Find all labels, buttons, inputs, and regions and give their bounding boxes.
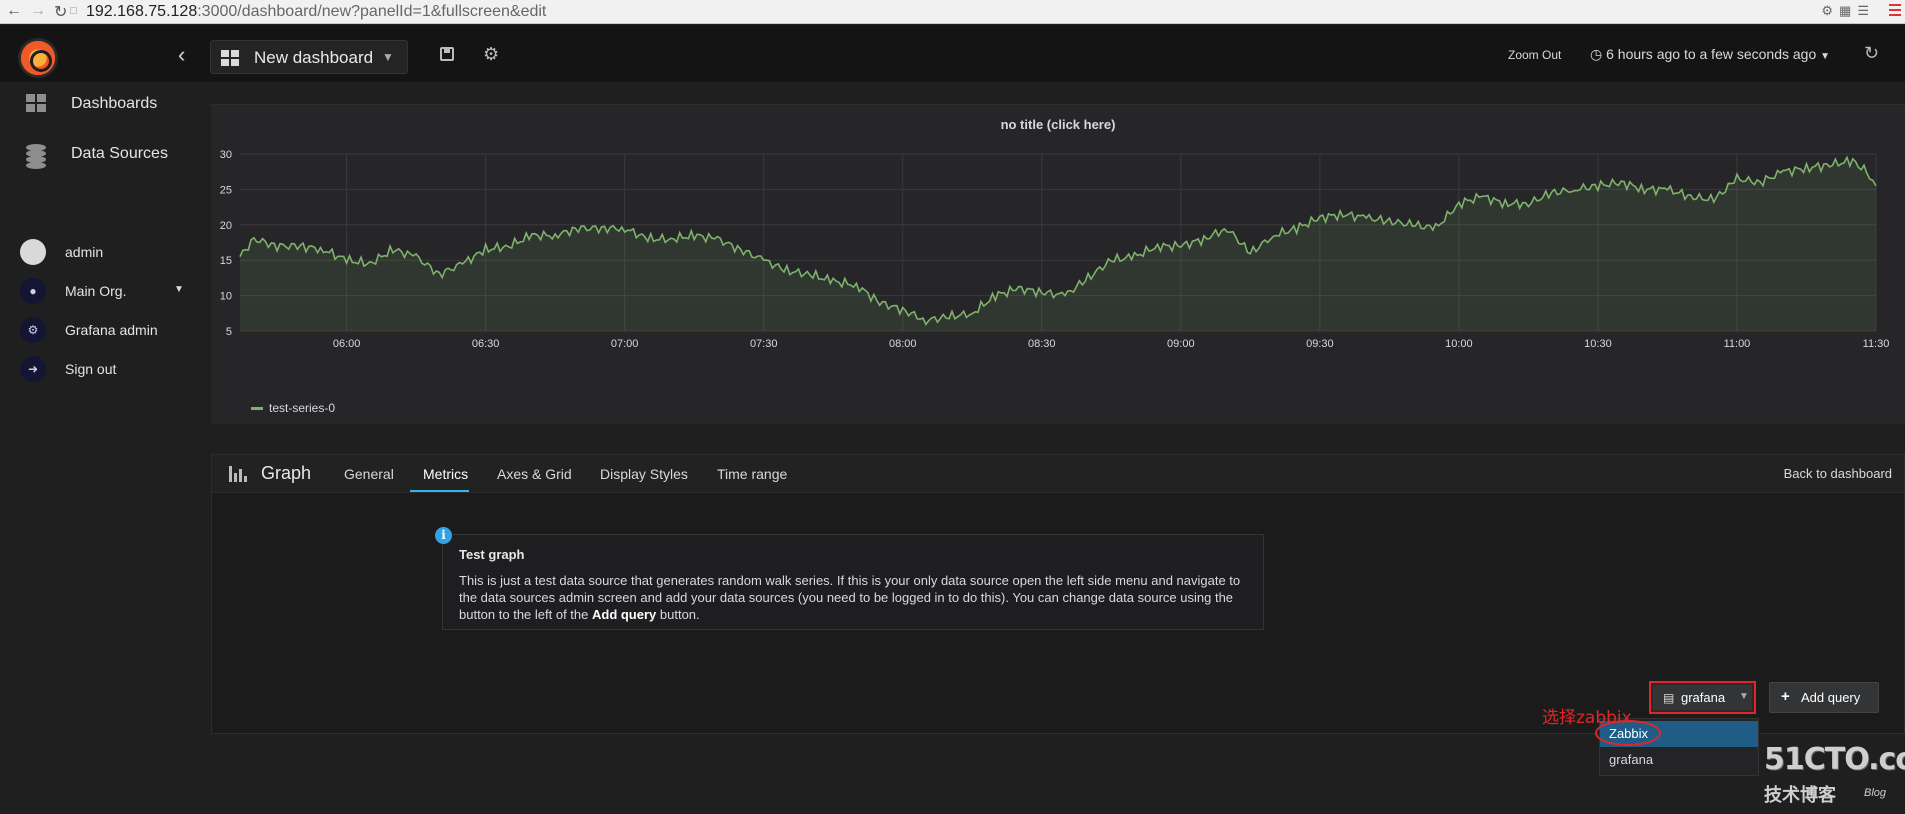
x-tick-label: 08:30 [1028, 338, 1056, 350]
dashboard-title: New dashboard [254, 48, 374, 67]
tab-time-range[interactable]: Time range [717, 466, 787, 482]
grafana-logo-icon[interactable] [18, 38, 58, 78]
datasource-option-grafana[interactable]: grafana [1600, 747, 1758, 773]
tab-display-styles[interactable]: Display Styles [600, 466, 688, 482]
editor-header: Graph General Metrics Axes & Grid Displa… [212, 455, 1904, 493]
watermark-logo: 51CTO.com 技术博客 Blog [1764, 742, 1905, 806]
database-icon: ▤ [1663, 691, 1675, 705]
clock-icon: ◷ [1590, 46, 1603, 62]
annotation-text: 选择zabbix [1542, 708, 1632, 728]
sidebar-item-label: Data Sources [71, 145, 168, 162]
add-query-label: Add query [1801, 690, 1861, 705]
sidebar-user-admin[interactable]: admin [0, 236, 210, 268]
bar-chart-icon [229, 466, 249, 482]
graph-panel: no title (click here) 5 10 15 20 25 30 06:00 06… [211, 104, 1905, 424]
x-tick-label: 09:00 [1167, 338, 1195, 350]
x-tick-label: 11:00 [1724, 338, 1751, 350]
chevron-left-icon[interactable]: ‹ [178, 42, 185, 68]
save-icon[interactable] [440, 47, 454, 61]
datasource-label: grafana [1681, 690, 1726, 705]
active-tab-indicator [410, 490, 469, 492]
browser-address-bar: ← → ↻ □ 192.168.75.128:3000/dashboard/ne… [0, 0, 1905, 24]
y-tick-label: 5 [226, 326, 232, 338]
y-tick-label: 30 [220, 149, 232, 161]
caret-down-icon: ▼ [174, 284, 184, 295]
editor-title: Graph [261, 463, 312, 483]
dashboards-icon [26, 94, 48, 116]
tab-metrics[interactable]: Metrics [423, 466, 468, 482]
cog-icon: ⚙ [20, 317, 46, 343]
time-range-picker[interactable]: ◷ 6 hours ago to a few seconds ago ▼ [1590, 46, 1830, 63]
sidebar-item-dashboards[interactable]: Dashboards [0, 84, 210, 124]
back-arrow-icon[interactable]: ← [6, 2, 22, 20]
top-navbar: ‹ New dashboard ▼ ⚙ Zoom Out ◷ 6 hours a… [0, 25, 1905, 82]
x-tick-label: 10:30 [1584, 338, 1612, 350]
time-range-label: 6 hours ago to a few seconds ago [1606, 46, 1817, 62]
url-field[interactable]: 192.168.75.128:3000/dashboard/new?panelI… [86, 3, 546, 21]
info-title: Test graph [459, 547, 525, 562]
sidebar-grafana-admin[interactable]: ⚙ Grafana admin [0, 314, 210, 346]
add-query-button[interactable]: + Add query [1769, 682, 1879, 713]
caret-down-icon: ▼ [1820, 51, 1831, 62]
database-icon [26, 144, 48, 169]
zoom-out-button[interactable]: Zoom Out [1508, 48, 1561, 62]
browser-menu-icon[interactable] [1889, 4, 1901, 18]
caret-down-icon: ▼ [1739, 691, 1749, 702]
plus-icon: + [1781, 688, 1790, 705]
tab-axes-grid[interactable]: Axes & Grid [497, 466, 572, 482]
x-tick-label: 11:30 [1863, 338, 1890, 350]
x-tick-label: 06:30 [472, 338, 500, 350]
sidebar-sign-out[interactable]: ➜ Sign out [0, 353, 210, 385]
page-icon: □ [70, 5, 77, 17]
y-tick-label: 10 [220, 291, 232, 303]
tab-general[interactable]: General [344, 466, 394, 482]
avatar [20, 239, 46, 265]
x-tick-label: 07:30 [750, 338, 778, 350]
sign-out-label: Sign out [65, 361, 117, 377]
refresh-icon[interactable]: ↻ [1864, 43, 1879, 64]
forward-arrow-icon[interactable]: → [30, 2, 46, 20]
x-tick-label: 09:30 [1306, 338, 1334, 350]
datasource-select-button[interactable]: ▤ grafana ▼ [1649, 681, 1756, 714]
y-tick-label: 15 [220, 255, 232, 267]
sidebar-item-data-sources[interactable]: Data Sources [0, 134, 210, 174]
users-icon: ● [20, 278, 46, 304]
y-tick-label: 25 [220, 184, 232, 196]
x-tick-label: 08:00 [889, 338, 917, 350]
legend-item[interactable]: test-series-0 [251, 401, 335, 415]
legend-swatch [251, 407, 263, 411]
gear-icon[interactable]: ⚙ [483, 44, 499, 65]
sidebar: Dashboards Data Sources admin ● Main Org… [0, 82, 210, 814]
user-name: admin [65, 244, 104, 260]
y-tick-label: 20 [220, 220, 232, 232]
sidebar-item-label: Dashboards [71, 95, 158, 112]
dashboard-picker-button[interactable]: New dashboard ▼ [210, 40, 408, 74]
grafana-admin-label: Grafana admin [65, 322, 158, 338]
legend-label: test-series-0 [269, 401, 336, 415]
reload-icon[interactable]: ↻ [54, 2, 67, 22]
x-tick-label: 10:00 [1445, 338, 1473, 350]
dashboard-grid-icon [221, 50, 239, 66]
caret-down-icon: ▼ [382, 50, 394, 64]
info-text: This is just a test data source that gen… [459, 573, 1241, 622]
info-icon: i [435, 527, 452, 544]
graph-canvas[interactable]: 5 10 15 20 25 30 06:00 06:30 07:00 07:30 08:00 08:3… [211, 105, 1905, 425]
url-path: :3000/dashboard/new?panelId=1&fullscreen… [197, 3, 547, 20]
sign-out-icon: ➜ [20, 356, 46, 382]
x-tick-label: 07:00 [611, 338, 639, 350]
x-tick-label: 06:00 [333, 338, 361, 350]
url-host: 192.168.75.128 [86, 3, 198, 20]
sidebar-org-switcher[interactable]: ● Main Org. ▼ [0, 275, 210, 307]
extension-icons[interactable]: ⚙▦☰ [1821, 3, 1875, 19]
org-name: Main Org. [65, 283, 127, 299]
back-to-dashboard-link[interactable]: Back to dashboard [1784, 466, 1892, 481]
test-graph-info-box: i Test graph This is just a test data so… [435, 527, 1264, 630]
